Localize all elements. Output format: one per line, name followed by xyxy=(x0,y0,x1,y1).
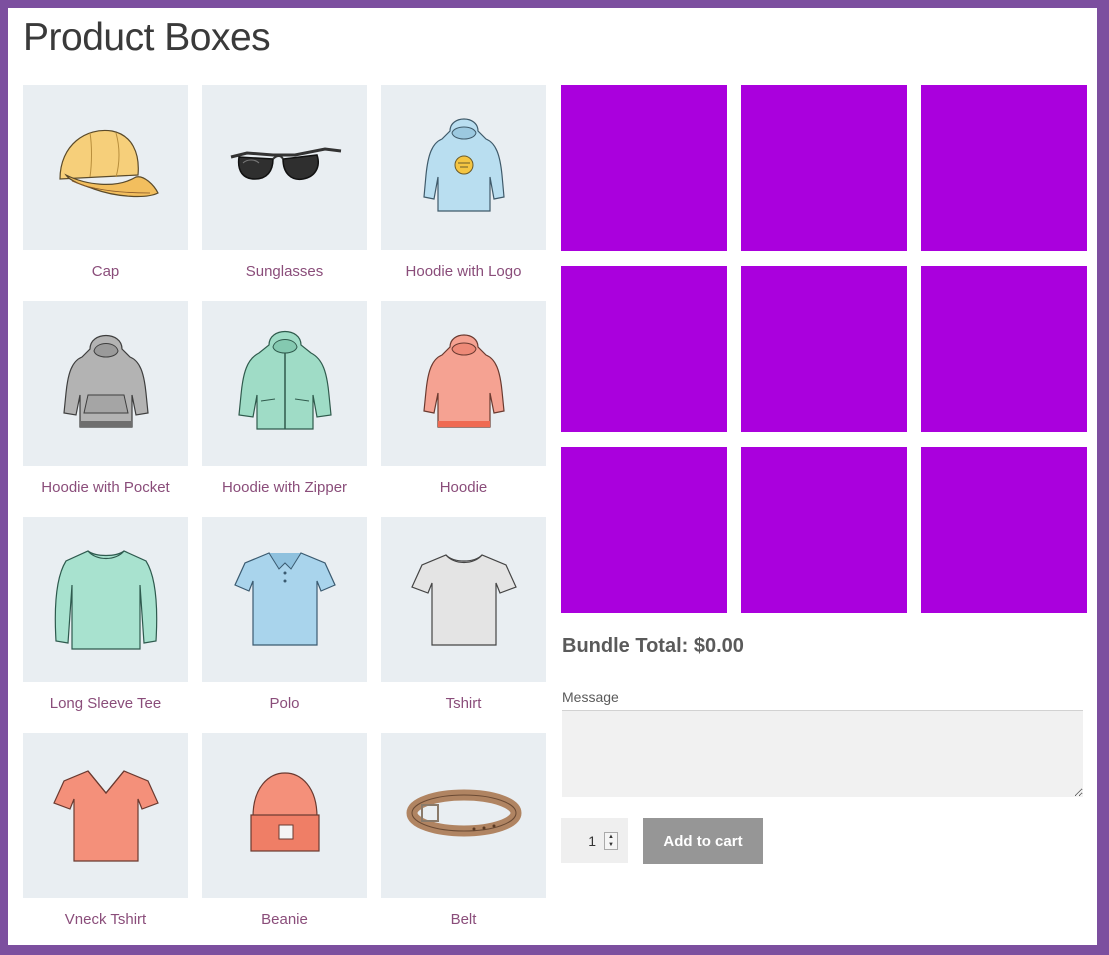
vneck-tshirt-icon xyxy=(46,753,166,878)
product-name[interactable]: Beanie xyxy=(202,911,367,928)
product-name[interactable]: Long Sleeve Tee xyxy=(23,695,188,712)
beanie-icon xyxy=(225,753,345,878)
product-card-hoodie-with-pocket[interactable]: Hoodie with Pocket xyxy=(23,301,188,517)
bundle-slot[interactable] xyxy=(561,266,727,432)
bundle-slot[interactable] xyxy=(921,85,1087,251)
hoodie-icon xyxy=(404,321,524,446)
product-card-vneck-tshirt[interactable]: Vneck Tshirt xyxy=(23,733,188,949)
product-thumbnail[interactable] xyxy=(381,517,546,682)
product-card-hoodie-with-logo[interactable]: Hoodie with Logo xyxy=(381,85,546,301)
product-card-hoodie[interactable]: Hoodie xyxy=(381,301,546,517)
product-thumbnail[interactable] xyxy=(202,301,367,466)
main-panel: Product Boxes Cap Sunglasses Hoodie with… xyxy=(8,8,1097,945)
bundle-slot[interactable] xyxy=(741,447,907,613)
bundle-slot[interactable] xyxy=(741,85,907,251)
quantity-value[interactable]: 1 xyxy=(561,833,601,849)
product-thumbnail[interactable] xyxy=(381,301,546,466)
bundle-slot[interactable] xyxy=(921,447,1087,613)
hoodie-with-zipper-icon xyxy=(225,321,345,446)
product-name[interactable]: Cap xyxy=(23,263,188,280)
product-thumbnail[interactable] xyxy=(23,301,188,466)
hoodie-with-logo-icon xyxy=(404,105,524,230)
add-to-cart-button[interactable]: Add to cart xyxy=(643,818,763,864)
product-card-cap[interactable]: Cap xyxy=(23,85,188,301)
message-label: Message xyxy=(562,689,619,705)
bundle-slot[interactable] xyxy=(561,85,727,251)
product-card-long-sleeve-tee[interactable]: Long Sleeve Tee xyxy=(23,517,188,733)
belt-icon xyxy=(404,753,524,878)
quantity-spinner[interactable]: ▲ ▼ xyxy=(604,831,618,850)
cap-icon xyxy=(46,105,166,230)
product-card-belt[interactable]: Belt xyxy=(381,733,546,949)
polo-icon xyxy=(225,537,345,662)
chevron-down-icon[interactable]: ▼ xyxy=(605,841,617,849)
hoodie-with-pocket-icon xyxy=(46,321,166,446)
tshirt-icon xyxy=(404,537,524,662)
message-field[interactable] xyxy=(562,710,1083,797)
quantity-stepper[interactable]: 1 ▲ ▼ xyxy=(561,818,628,863)
product-name[interactable]: Tshirt xyxy=(381,695,546,712)
product-name[interactable]: Hoodie with Zipper xyxy=(202,479,367,496)
long-sleeve-tee-icon xyxy=(46,537,166,662)
product-card-beanie[interactable]: Beanie xyxy=(202,733,367,949)
product-thumbnail[interactable] xyxy=(23,733,188,898)
product-thumbnail[interactable] xyxy=(381,85,546,250)
product-name[interactable]: Belt xyxy=(381,911,546,928)
product-name[interactable]: Hoodie with Logo xyxy=(381,263,546,280)
product-card-sunglasses[interactable]: Sunglasses xyxy=(202,85,367,301)
product-name[interactable]: Hoodie xyxy=(381,479,546,496)
product-grid: Cap Sunglasses Hoodie with Logo Hoodie w… xyxy=(23,85,546,949)
product-thumbnail[interactable] xyxy=(23,517,188,682)
product-name[interactable]: Vneck Tshirt xyxy=(23,911,188,928)
chevron-up-icon[interactable]: ▲ xyxy=(605,833,617,841)
product-name[interactable]: Sunglasses xyxy=(202,263,367,280)
bundle-total: Bundle Total: $0.00 xyxy=(562,635,744,657)
product-name[interactable]: Hoodie with Pocket xyxy=(23,479,188,496)
product-thumbnail[interactable] xyxy=(23,85,188,250)
product-thumbnail[interactable] xyxy=(202,733,367,898)
sunglasses-icon xyxy=(225,105,345,230)
product-thumbnail[interactable] xyxy=(202,85,367,250)
product-thumbnail[interactable] xyxy=(381,733,546,898)
product-card-tshirt[interactable]: Tshirt xyxy=(381,517,546,733)
product-card-hoodie-with-zipper[interactable]: Hoodie with Zipper xyxy=(202,301,367,517)
product-card-polo[interactable]: Polo xyxy=(202,517,367,733)
bundle-slot[interactable] xyxy=(921,266,1087,432)
product-name[interactable]: Polo xyxy=(202,695,367,712)
bundle-slot[interactable] xyxy=(741,266,907,432)
bundle-slot[interactable] xyxy=(561,447,727,613)
page-title: Product Boxes xyxy=(23,16,271,59)
bundle-slot-grid xyxy=(561,85,1087,613)
product-thumbnail[interactable] xyxy=(202,517,367,682)
